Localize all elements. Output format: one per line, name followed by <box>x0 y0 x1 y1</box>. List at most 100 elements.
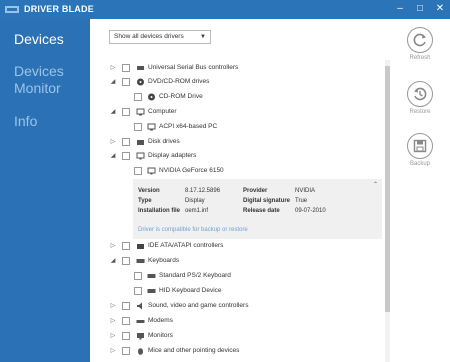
sidebar-item-devices-monitor[interactable]: Devices Monitor <box>14 63 74 97</box>
provider-label: Provider <box>243 188 268 194</box>
speaker-icon <box>136 302 145 310</box>
window-controls: – □ ✕ <box>394 2 446 16</box>
checkbox[interactable] <box>122 138 130 146</box>
tree-row-ide[interactable]: ▷ IDE ATA/ATAPI controllers <box>110 239 382 253</box>
collapse-icon[interactable]: ◢ <box>110 75 116 89</box>
tree-row-keyboards[interactable]: ◢ Keyboards <box>110 254 382 268</box>
ide-controller-icon <box>136 242 145 250</box>
tree-row-label: Display adapters <box>148 152 197 159</box>
scrollbar-thumb[interactable] <box>385 66 390 312</box>
refresh-icon <box>407 27 433 53</box>
checkbox[interactable] <box>122 152 130 160</box>
checkbox[interactable] <box>134 287 142 295</box>
installation-file-label: Installation file <box>138 208 181 214</box>
display-icon <box>136 152 145 160</box>
tree-row-nvidia[interactable]: NVIDIA GeForce 6150 <box>110 164 382 178</box>
tree-row-label: CD-ROM Drive <box>159 93 203 100</box>
tree-scrollbar[interactable] <box>385 60 390 362</box>
checkbox[interactable] <box>134 93 142 101</box>
expand-icon[interactable]: ▷ <box>110 299 116 313</box>
tree-row-acpi[interactable]: ACPI x64-based PC <box>110 120 382 134</box>
tree-row-hid-keyboard[interactable]: HID Keyboard Device <box>110 284 382 298</box>
tree-row-cdrom[interactable]: CD-ROM Drive <box>110 90 382 104</box>
disk-drive-icon <box>136 138 145 146</box>
title-bar: DRIVER BLADE – □ ✕ <box>0 0 450 19</box>
version-value: 8.17.12.5896 <box>185 188 221 194</box>
installation-file-value: oem1.inf <box>185 208 209 214</box>
driver-filter-select[interactable]: Show all devices drivers ▼ <box>109 30 211 44</box>
checkbox[interactable] <box>122 64 130 72</box>
checkbox[interactable] <box>122 302 130 310</box>
tree-row-label: HID Keyboard Device <box>159 287 222 294</box>
tree-row-display-adapters[interactable]: ◢ Display adapters <box>110 149 382 163</box>
keyboard-icon <box>147 287 156 295</box>
tree-row-usb[interactable]: ▷ Universal Serial Bus controllers <box>110 61 382 75</box>
tree-row-label: Sound, video and game controllers <box>148 302 249 309</box>
tree-row-label: Disk drives <box>148 138 180 145</box>
backup-label: Backup <box>409 161 430 167</box>
checkbox[interactable] <box>122 347 130 355</box>
checkbox[interactable] <box>122 108 130 116</box>
restore-button[interactable]: Restore <box>404 81 436 115</box>
refresh-button[interactable]: Refresh <box>404 27 436 61</box>
usb-icon <box>136 64 145 72</box>
sidebar-item-info[interactable]: Info <box>14 113 37 130</box>
checkbox[interactable] <box>122 78 130 86</box>
tree-row-ps2-keyboard[interactable]: Standard PS/2 Keyboard <box>110 269 382 283</box>
provider-value: NVIDIA <box>295 188 316 194</box>
backup-button[interactable]: Backup <box>404 133 436 167</box>
tree-row-label: Modems <box>148 317 173 324</box>
expand-icon[interactable]: ▷ <box>110 329 116 343</box>
digital-signature-label: Digital signature <box>243 198 291 204</box>
collapse-icon[interactable]: ◢ <box>110 254 116 268</box>
expand-icon[interactable]: ▷ <box>110 344 116 358</box>
checkbox[interactable] <box>134 167 142 175</box>
disc-drive-icon <box>147 93 156 101</box>
expand-icon[interactable]: ▷ <box>110 135 116 149</box>
mouse-icon <box>136 347 145 355</box>
collapse-icon[interactable]: ◢ <box>110 149 116 163</box>
tree-row-label: Standard PS/2 Keyboard <box>159 272 231 279</box>
app-title: DRIVER BLADE <box>24 4 94 14</box>
chevron-down-icon: ▼ <box>200 34 206 40</box>
compatibility-note: Driver is compatible for backup or resto… <box>138 227 248 233</box>
expand-icon[interactable]: ▷ <box>110 61 116 75</box>
checkbox[interactable] <box>122 317 130 325</box>
checkbox[interactable] <box>134 272 142 280</box>
tree-row-computer[interactable]: ◢ Computer <box>110 105 382 119</box>
version-label: Version <box>138 188 160 194</box>
collapse-icon[interactable]: ◢ <box>110 105 116 119</box>
tree-row-mice[interactable]: ▷ Mice and other pointing devices <box>110 344 382 358</box>
digital-signature-value: True <box>295 198 308 204</box>
tree-row-sound[interactable]: ▷ Sound, video and game controllers <box>110 299 382 313</box>
tree-row-label: Monitors <box>148 332 173 339</box>
close-button[interactable]: ✕ <box>434 2 446 16</box>
release-date-label: Release date <box>243 208 280 214</box>
type-label: Type <box>138 198 152 204</box>
tree-row-label: Mice and other pointing devices <box>148 347 240 354</box>
refresh-label: Refresh <box>409 55 431 61</box>
tree-row-label: IDE ATA/ATAPI controllers <box>148 242 224 249</box>
tree-row-label: DVD/CD-ROM drives <box>148 78 210 85</box>
checkbox[interactable] <box>122 257 130 265</box>
restore-icon <box>407 81 433 107</box>
sidebar-item-devices[interactable]: Devices <box>14 31 64 48</box>
keyboard-icon <box>136 257 145 265</box>
maximize-button[interactable]: □ <box>414 2 426 16</box>
expand-icon[interactable]: ▷ <box>110 239 116 253</box>
minimize-button[interactable]: – <box>394 2 406 16</box>
release-date-value: 09-07-2010 <box>295 208 326 214</box>
keyboard-icon <box>147 272 156 280</box>
tree-row-monitors[interactable]: ▷ Monitors <box>110 329 382 343</box>
collapse-details-icon[interactable]: ⌃ <box>373 181 378 188</box>
tree-row-dvd[interactable]: ◢ DVD/CD-ROM drives <box>110 75 382 89</box>
tree-row-modems[interactable]: ▷ Modems <box>110 314 382 328</box>
tree-row-disk-drives[interactable]: ▷ Disk drives <box>110 135 382 149</box>
tree-row-label: Computer <box>148 108 177 115</box>
driver-filter-value: Show all devices drivers <box>114 33 184 40</box>
checkbox[interactable] <box>134 123 142 131</box>
checkbox[interactable] <box>122 332 130 340</box>
computer-icon <box>147 123 156 131</box>
expand-icon[interactable]: ▷ <box>110 314 116 328</box>
checkbox[interactable] <box>122 242 130 250</box>
